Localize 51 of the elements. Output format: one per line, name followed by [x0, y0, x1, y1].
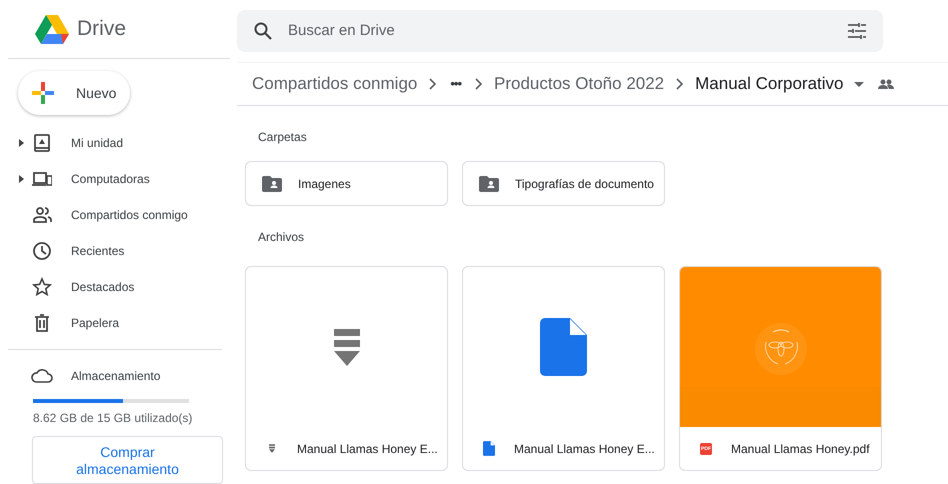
star-icon [32, 277, 52, 298]
app-name: Drive [77, 16, 126, 42]
section-heading: Carpetas [258, 129, 308, 146]
sidebar-item[interactable]: Mi unidad [0, 125, 237, 162]
chevron-right-icon [429, 78, 436, 90]
people-icon [32, 205, 52, 226]
cloud-icon [31, 368, 53, 383]
sidebar-item[interactable]: Compartidos conmigo [0, 197, 237, 234]
folder-card[interactable]: Imagenes [245, 161, 448, 206]
trash-icon [32, 313, 52, 334]
chevron-right-icon [475, 78, 482, 90]
plus-icon [32, 82, 54, 104]
shared-people-icon [878, 79, 894, 89]
drive-logo-icon [35, 14, 69, 44]
clock-icon [32, 241, 52, 262]
more-button[interactable]: ••• [448, 74, 464, 94]
file-type-icon [334, 328, 360, 366]
file-card[interactable]: Manual Llamas Honey E... [462, 266, 665, 471]
sidebar-item[interactable]: Recientes [0, 233, 237, 270]
shared-folder-icon [479, 176, 499, 192]
filter-sliders-icon[interactable] [848, 23, 866, 39]
file-name: Manual Llamas Honey E... [297, 440, 438, 458]
search-icon [254, 22, 272, 40]
file-type-icon [269, 444, 275, 453]
sidebar-item[interactable]: Destacados [0, 269, 237, 306]
storage-label: Almacenamiento [71, 368, 160, 385]
file-name: Manual Llamas Honey.pdf [731, 440, 870, 458]
document-icon [483, 441, 495, 456]
buy-storage-button[interactable]: Comprar almacenamiento [32, 436, 223, 484]
folder-name: Imagenes [298, 176, 351, 192]
chevron-right-icon [676, 78, 684, 90]
expand-caret-icon[interactable] [19, 139, 24, 148]
expand-caret-icon[interactable] [19, 175, 24, 184]
section-heading: Archivos [258, 229, 306, 246]
storage-usage: 8.62 GB de 15 GB utilizado(s) [33, 410, 194, 428]
shared-folder-icon [262, 176, 282, 192]
dropdown-caret-icon[interactable] [854, 82, 864, 86]
search-bar[interactable]: Buscar en Drive [237, 10, 883, 52]
drive-icon [32, 133, 52, 154]
sidebar-item[interactable]: Papelera [0, 305, 237, 342]
breadcrumb-link[interactable]: Productos Otoño 2022 [494, 71, 664, 97]
document-icon [540, 318, 587, 376]
breadcrumb-link[interactable]: Manual Corporativo [695, 71, 844, 97]
folder-name: Tipografías de documento [515, 176, 654, 192]
folder-card[interactable]: Tipografías de documento [462, 161, 665, 206]
search-input[interactable]: Buscar en Drive [288, 20, 832, 42]
file-name: Manual Llamas Honey E... [514, 440, 655, 458]
sidebar-item[interactable]: Computadoras [0, 161, 237, 198]
new-button[interactable]: Nuevo [18, 71, 130, 116]
file-card[interactable]: Manual Llamas Honey E... [245, 266, 448, 471]
breadcrumb-link[interactable]: Compartidos conmigo [252, 71, 418, 97]
